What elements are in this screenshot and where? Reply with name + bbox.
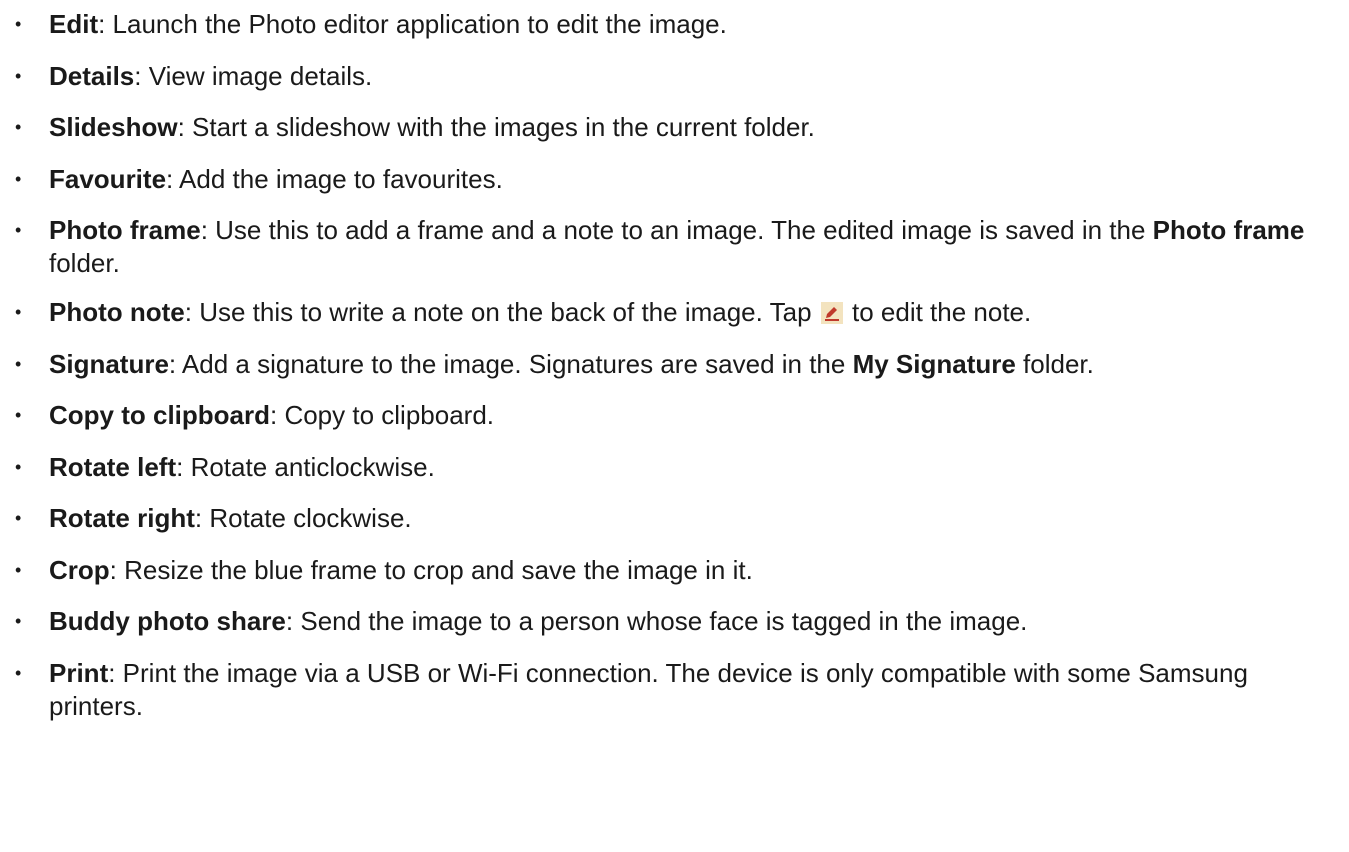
list-item-photo-note: Photo note: Use this to write a note on …	[15, 296, 1349, 329]
list-item-print: Print: Print the image via a USB or Wi-F…	[15, 657, 1349, 723]
list-item-rotate-left: Rotate left: Rotate anticlockwise.	[15, 451, 1349, 484]
desc2-signature: folder.	[1015, 348, 1094, 379]
list-item-photo-frame: Photo frame: Use this to add a frame and…	[15, 214, 1349, 280]
desc-photo-frame: : Use this to add a frame and a note to …	[200, 215, 1153, 245]
list-item-rotate-right: Rotate right: Rotate clockwise.	[15, 502, 1349, 535]
term-copy-to-clipboard: Copy to clipboard	[49, 400, 270, 430]
list-item-favourite: Favourite: Add the image to favourites.	[15, 163, 1349, 196]
desc-print: : Print the image via a USB or Wi-Fi con…	[49, 657, 1248, 721]
folder-my-signature: My Signature	[852, 348, 1016, 379]
options-list: Edit: Launch the Photo editor applicatio…	[0, 8, 1349, 723]
term-slideshow: Slideshow	[49, 112, 178, 142]
list-item-signature: Signature: Add a signature to the image.…	[15, 348, 1349, 381]
list-item-buddy-photo-share: Buddy photo share: Send the image to a p…	[15, 605, 1349, 638]
term-photo-note: Photo note	[49, 297, 185, 327]
desc-signature: : Add a signature to the image. Signatur…	[168, 348, 853, 379]
desc-crop: : Resize the blue frame to crop and save…	[109, 554, 753, 585]
desc-rotate-right: : Rotate clockwise.	[194, 503, 412, 533]
desc-details: : View image details.	[134, 60, 373, 91]
desc-copy-to-clipboard: : Copy to clipboard.	[270, 400, 495, 430]
term-favourite: Favourite	[49, 163, 167, 194]
list-item-copy-to-clipboard: Copy to clipboard: Copy to clipboard.	[15, 399, 1349, 432]
list-item-slideshow: Slideshow: Start a slideshow with the im…	[15, 111, 1349, 144]
folder-photo-frame: Photo frame	[1152, 215, 1305, 245]
term-crop: Crop	[49, 554, 110, 585]
desc-slideshow: : Start a slideshow with the images in t…	[177, 112, 815, 142]
list-item-details: Details: View image details.	[15, 60, 1349, 93]
pencil-edit-icon	[820, 302, 843, 324]
list-item-edit: Edit: Launch the Photo editor applicatio…	[15, 8, 1349, 41]
desc2-photo-note: to edit the note.	[844, 297, 1032, 327]
desc-photo-note: : Use this to write a note on the back o…	[184, 297, 819, 327]
term-details: Details	[49, 60, 135, 91]
term-rotate-right: Rotate right	[49, 503, 195, 533]
desc-buddy-photo-share: : Send the image to a person whose face …	[285, 606, 1028, 636]
desc2-photo-frame: folder.	[49, 248, 120, 278]
desc-rotate-left: : Rotate anticlockwise.	[176, 451, 435, 482]
term-rotate-left: Rotate left	[49, 451, 177, 482]
term-photo-frame: Photo frame	[49, 215, 201, 245]
desc-favourite: : Add the image to favourites.	[166, 163, 503, 194]
term-signature: Signature	[49, 348, 169, 379]
term-edit: Edit	[49, 9, 99, 39]
term-print: Print	[49, 657, 109, 688]
list-item-crop: Crop: Resize the blue frame to crop and …	[15, 554, 1349, 587]
desc-edit: : Launch the Photo editor application to…	[98, 9, 727, 39]
term-buddy-photo-share: Buddy photo share	[49, 606, 286, 636]
document-page: Edit: Launch the Photo editor applicatio…	[0, 0, 1349, 852]
